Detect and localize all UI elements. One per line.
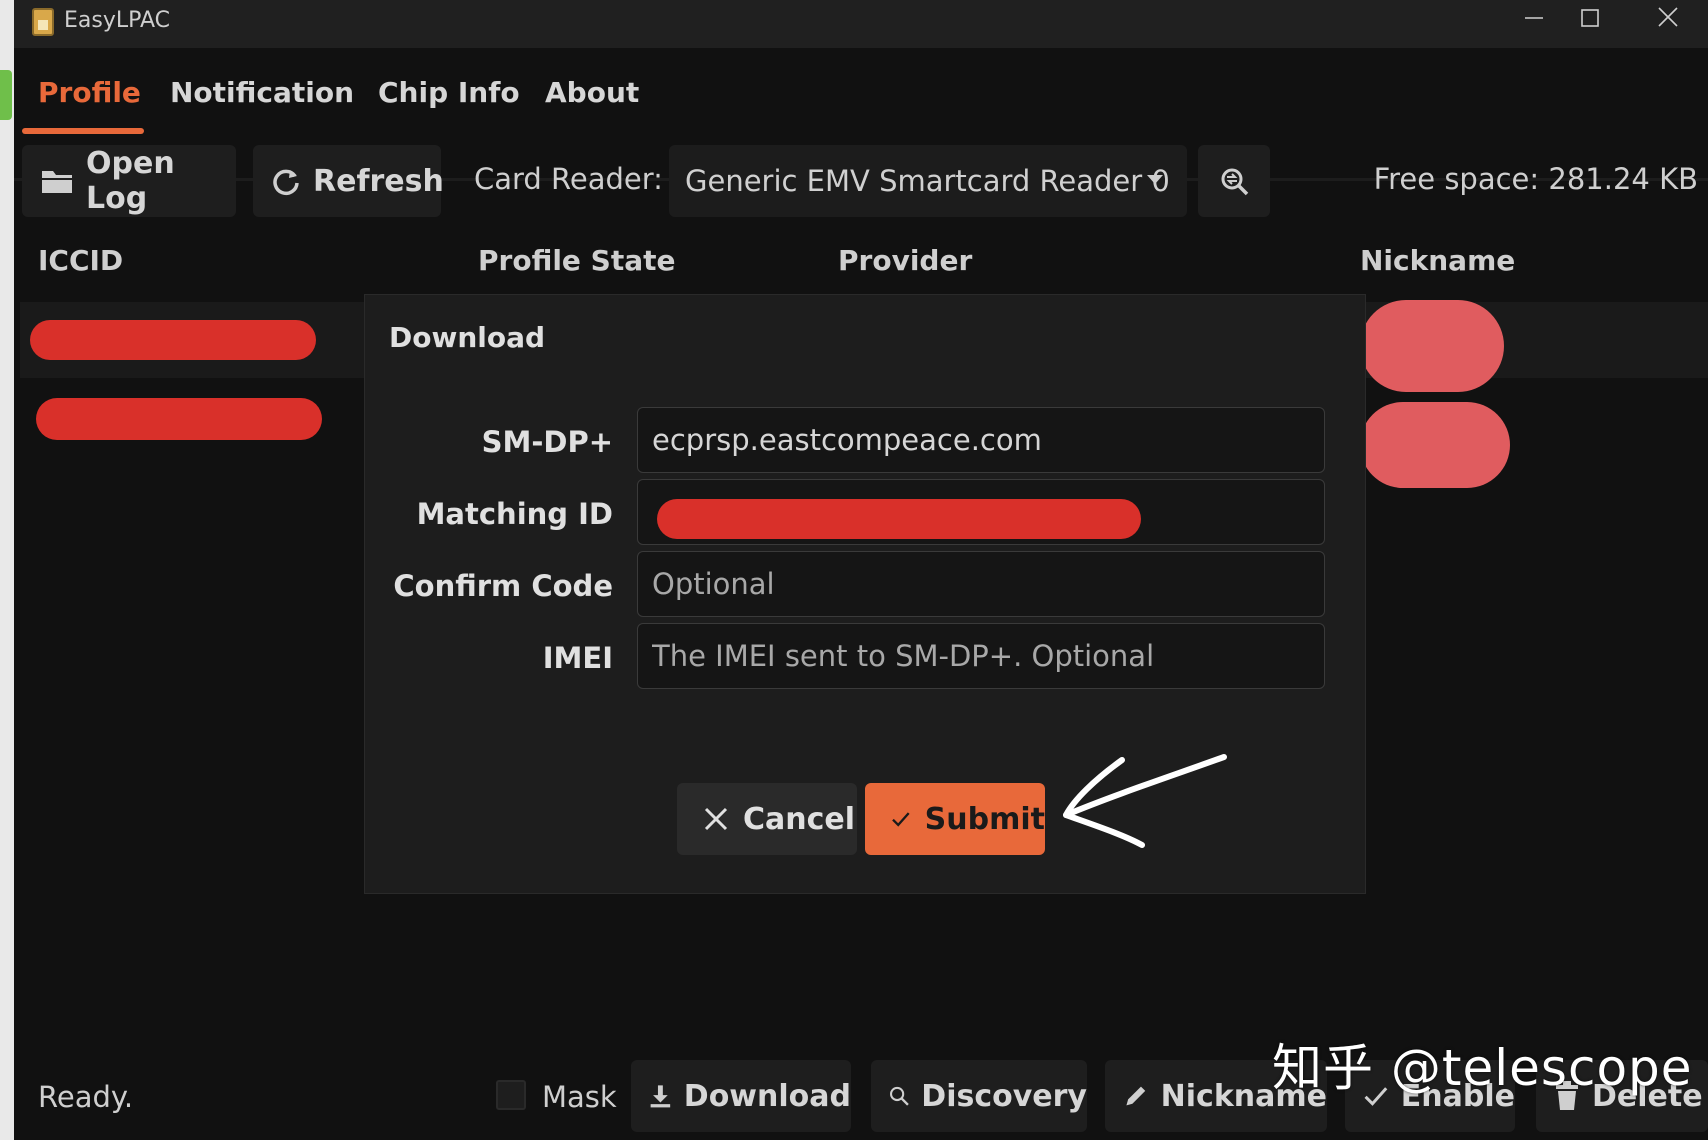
redacted-nickname	[1360, 300, 1504, 392]
rescan-readers-button[interactable]	[1198, 145, 1270, 217]
search-icon	[890, 1086, 909, 1106]
tab-about[interactable]: About	[545, 76, 639, 109]
refresh-icon	[273, 169, 299, 196]
desktop-window-edge	[0, 70, 12, 120]
card-reader-select[interactable]: Generic EMV Smartcard Reader 0	[669, 145, 1187, 217]
confirm-code-input[interactable]	[637, 551, 1325, 617]
open-log-label: Open Log	[86, 146, 175, 216]
submit-button[interactable]: Submit	[865, 783, 1045, 855]
checkmark-icon	[892, 812, 910, 827]
watermark-text: 知乎 @telescope	[1272, 1039, 1693, 1097]
search-refresh-icon	[1221, 168, 1249, 196]
dialog-title: Download	[389, 321, 546, 354]
card-reader-value: Generic EMV Smartcard Reader 0	[685, 164, 1170, 198]
active-tab-indicator	[22, 128, 144, 134]
redacted-matching-id	[657, 499, 1141, 539]
redacted-iccid	[36, 398, 322, 440]
smdp-input[interactable]	[637, 407, 1325, 473]
tab-profile[interactable]: Profile	[38, 76, 141, 109]
tab-chip-info[interactable]: Chip Info	[378, 76, 520, 109]
download-label: Download	[683, 1078, 851, 1114]
mask-checkbox[interactable]	[496, 1080, 526, 1110]
redacted-nickname	[1360, 402, 1510, 488]
cancel-button[interactable]: Cancel	[677, 783, 857, 855]
app-window: EasyLPAC Profile Notification Chip Info …	[14, 0, 1708, 1140]
pencil-icon	[1126, 1086, 1146, 1106]
imei-label: IMEI	[542, 641, 613, 675]
download-icon	[650, 1085, 671, 1108]
window-title: EasyLPAC	[64, 8, 171, 33]
column-header-profile-state[interactable]: Profile State	[478, 244, 675, 277]
download-button[interactable]: Download	[631, 1060, 851, 1132]
card-reader-label: Card Reader:	[474, 162, 663, 196]
column-header-nickname[interactable]: Nickname	[1360, 244, 1515, 277]
close-icon	[704, 807, 728, 831]
free-space-text: Free space: 281.24 KB	[1373, 162, 1698, 196]
desktop-edge	[0, 0, 14, 1140]
refresh-button[interactable]: Refresh	[253, 145, 444, 217]
tab-notification[interactable]: Notification	[170, 76, 354, 109]
redacted-iccid	[30, 320, 316, 360]
title-bar: EasyLPAC	[14, 0, 1708, 48]
refresh-label: Refresh	[313, 163, 444, 199]
column-header-provider[interactable]: Provider	[838, 244, 972, 277]
discovery-label: Discovery	[921, 1078, 1087, 1114]
hand-drawn-arrow-annotation	[1063, 754, 1227, 848]
sim-card-icon	[32, 8, 54, 36]
minimize-icon[interactable]	[1506, 2, 1562, 42]
maximize-icon[interactable]	[1562, 2, 1618, 42]
chevron-down-icon	[1147, 175, 1163, 184]
smdp-label: SM-DP+	[481, 425, 613, 459]
open-log-button[interactable]: Open Log	[22, 145, 236, 217]
close-icon[interactable]	[1640, 2, 1696, 42]
matching-id-label: Matching ID	[416, 497, 613, 531]
confirm-code-label: Confirm Code	[393, 569, 613, 603]
status-text: Ready.	[38, 1080, 134, 1114]
column-header-iccid[interactable]: ICCID	[38, 244, 123, 277]
imei-input[interactable]	[637, 623, 1325, 689]
folder-icon	[42, 171, 72, 193]
mask-label: Mask	[542, 1080, 617, 1114]
tab-bar: Profile Notification Chip Info About	[14, 48, 1708, 181]
discovery-button[interactable]: Discovery	[871, 1060, 1087, 1132]
submit-label: Submit	[924, 801, 1045, 837]
cancel-label: Cancel	[743, 801, 856, 837]
